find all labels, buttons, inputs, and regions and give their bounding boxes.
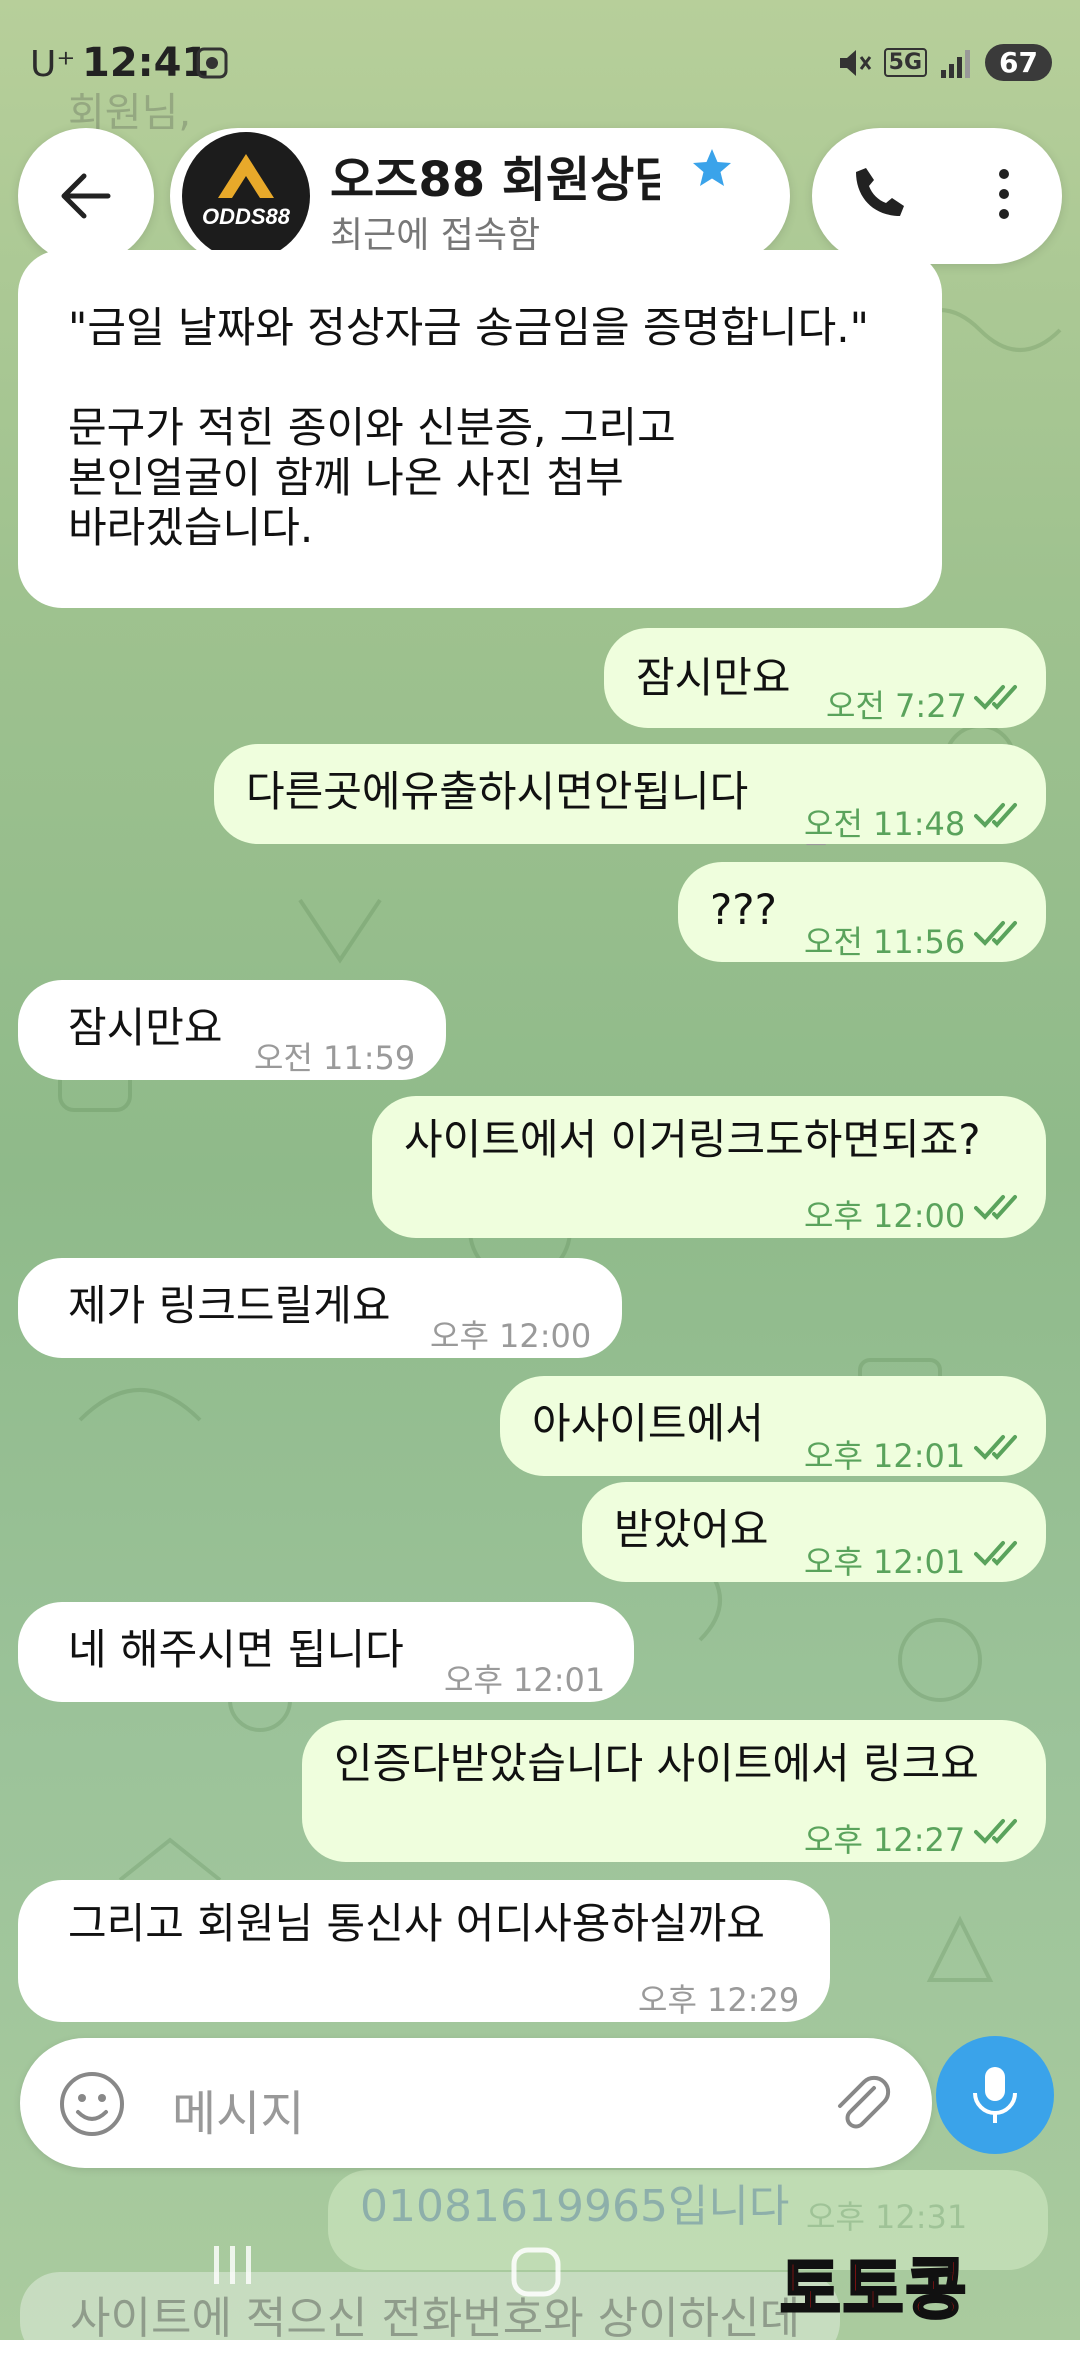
back-arrow-icon	[61, 173, 111, 219]
read-receipt-icon	[974, 1541, 1017, 1566]
odds88-logo: ODDS88	[202, 154, 291, 229]
mute-icon	[839, 49, 871, 76]
screen-record-icon	[196, 47, 228, 79]
message-time: 오후 12:01	[804, 1437, 966, 1475]
read-receipt-icon	[974, 685, 1017, 710]
message-text: 잠시만요	[68, 1003, 223, 1052]
outgoing-message[interactable]: 사이트에서 이거링크도하면되죠? 오후 12:00	[372, 1096, 1046, 1238]
message-text: 잠시만요	[636, 653, 791, 702]
message-text: 그리고 회원님 통신사 어디사용하실까요	[68, 1899, 765, 1948]
message-time: 오후 12:01	[804, 1543, 966, 1581]
outgoing-message[interactable]: ??? 오전 11:56	[678, 862, 1046, 962]
message-time: 오후 12:27	[804, 1821, 966, 1859]
signal-icon	[941, 49, 971, 78]
incoming-message[interactable]: 잠시만요오전 11:59	[18, 980, 446, 1080]
message-time: 오전 11:59	[254, 1039, 416, 1077]
message-text: "금일 날짜와 정상자금 송금임을 증명합니다."	[68, 303, 869, 352]
watermark: 토토콩	[778, 2250, 969, 2330]
scrolled-message-text: 01081619965입니다	[360, 2181, 790, 2232]
attachment-icon[interactable]	[826, 2068, 896, 2138]
svg-text:ODDS88: ODDS88	[202, 204, 291, 229]
voice-record-button[interactable]	[936, 2036, 1054, 2154]
outgoing-message[interactable]: 받았어요오후 12:01	[582, 1482, 1046, 1582]
chat-header[interactable]: ODDS88 오즈88 회원상담 최근에 접속함	[170, 128, 790, 264]
incoming-message[interactable]: 제가 링크드릴게요오후 12:00	[18, 1258, 622, 1358]
outgoing-message[interactable]: 다른곳에유출하시면안됩니다오전 11:48	[214, 744, 1046, 844]
status-bar: U⁺ 12:41 5G 67	[0, 0, 1080, 120]
recent-apps-button[interactable]	[208, 2240, 258, 2290]
message-text: 바라겠습니다.	[68, 503, 314, 552]
message-text: 네 해주시면 됩니다	[68, 1625, 404, 1674]
star-icon	[693, 149, 731, 186]
message-input[interactable]: 메시지	[172, 2074, 304, 2144]
more-vertical-icon[interactable]	[972, 162, 1036, 226]
read-receipt-icon	[974, 1819, 1017, 1844]
message-text: 다른곳에유출하시면안됩니다	[246, 767, 749, 816]
chat-title: 오즈88 회원상담	[330, 152, 660, 208]
carrier-label: U⁺	[30, 44, 76, 85]
message-time: 오전 11:48	[804, 805, 966, 843]
message-time: 오후 12:01	[444, 1661, 606, 1699]
phone-icon[interactable]	[848, 162, 912, 226]
home-button[interactable]	[508, 2244, 564, 2300]
message-time: 오전 11:56	[804, 923, 966, 961]
read-receipt-icon	[974, 803, 1017, 828]
scrolled-message-text: 사이트에 적으신 전화번호와 상이하신데	[70, 2293, 801, 2344]
message-composer: 메시지	[20, 2038, 932, 2168]
read-receipt-icon	[974, 921, 1017, 946]
network-label: 5G	[883, 48, 928, 77]
read-receipt-icon	[974, 1435, 1017, 1460]
message-text: 사이트에서 이거링크도하면되죠?	[404, 1115, 981, 1164]
message-time: 오전 7:27	[826, 687, 967, 725]
message-time: 오후 12:29	[638, 1981, 800, 2019]
message-text: 받았어요	[614, 1505, 769, 1554]
header-actions	[812, 128, 1062, 264]
scrolled-message-time: 오후 12:31	[806, 2198, 968, 2236]
message-text: ???	[710, 885, 777, 934]
incoming-message[interactable]: 그리고 회원님 통신사 어디사용하실까요오후 12:29	[18, 1880, 830, 2022]
outgoing-message[interactable]: 인증다받았습니다 사이트에서 링크요오후 12:27	[302, 1720, 1046, 1862]
outgoing-message[interactable]: 아사이트에서오후 12:01	[500, 1376, 1046, 1476]
message-text: 제가 링크드릴게요	[68, 1281, 391, 1330]
message-text: 문구가 적힌 종이와 신분증, 그리고	[68, 403, 676, 452]
message-text: 인증다받았습니다 사이트에서 링크요	[334, 1739, 979, 1788]
back-button[interactable]	[18, 128, 154, 264]
microphone-icon	[973, 2067, 1017, 2123]
outgoing-message[interactable]: 잠시만요오전 7:27	[604, 628, 1046, 728]
emoji-icon[interactable]	[58, 2070, 126, 2138]
status-time: 12:41	[82, 40, 210, 86]
battery-level: 67	[985, 44, 1052, 81]
message-text: 아사이트에서	[532, 1399, 764, 1448]
message-time: 오후 12:00	[804, 1197, 966, 1235]
message-text: 본인얼굴이 함께 나온 사진 첨부	[68, 453, 624, 502]
incoming-message[interactable]: 네 해주시면 됩니다오후 12:01	[18, 1602, 634, 1702]
message-time: 오후 12:00	[430, 1317, 592, 1355]
incoming-message[interactable]: "금일 날짜와 정상자금 송금임을 증명합니다." 문구가 적힌 종이와 신분증,…	[18, 250, 942, 851]
avatar[interactable]: ODDS88	[182, 132, 310, 260]
status-icons: 5G 67	[836, 44, 1052, 81]
read-receipt-icon	[974, 1195, 1017, 1220]
